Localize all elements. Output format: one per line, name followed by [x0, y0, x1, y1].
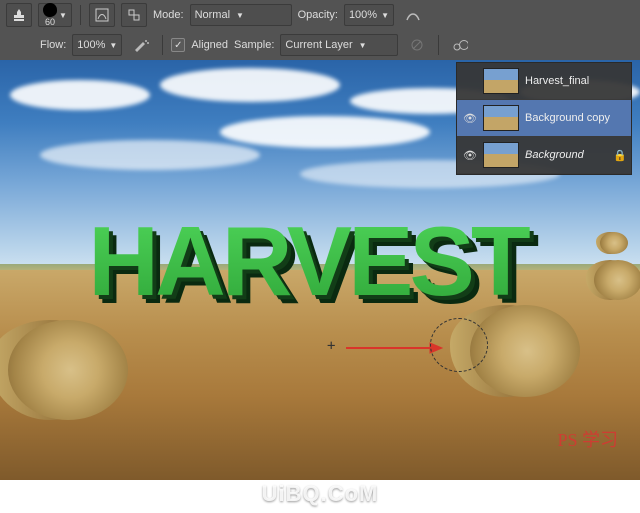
brush-cursor-ring — [430, 318, 488, 372]
blend-mode-select[interactable]: Normal ▼ — [190, 4, 292, 26]
chevron-down-icon: ▼ — [109, 41, 117, 50]
layer-thumbnail[interactable] — [483, 142, 519, 168]
stamp-watermark: PS 学习 — [557, 426, 618, 452]
mode-label: Mode: — [153, 9, 184, 21]
pressure-for-size-icon[interactable] — [447, 33, 473, 57]
ignore-adjustment-icon[interactable] — [404, 33, 430, 57]
chevron-down-icon: ▼ — [359, 41, 367, 50]
layer-row-background-copy[interactable]: 👁 Background copy — [457, 100, 631, 137]
brush-size-value: 60 — [45, 17, 55, 27]
layer-thumbnail[interactable] — [483, 68, 519, 94]
layer-name[interactable]: Background — [525, 149, 607, 161]
flow-value: 100% — [77, 39, 105, 51]
layer-name[interactable]: Harvest_final — [525, 75, 625, 87]
brush-preset-picker[interactable]: 60 ▼ — [38, 3, 72, 27]
opacity-label: Opacity: — [298, 9, 338, 21]
visibility-eye-icon[interactable]: 👁 — [463, 148, 477, 162]
lock-icon: 🔒 — [613, 149, 625, 162]
layers-panel: 👁 Harvest_final 👁 Background copy 👁 Back… — [456, 62, 632, 175]
chevron-down-icon: ▼ — [381, 11, 389, 20]
sample-label: Sample: — [234, 39, 274, 51]
chevron-down-icon: ▼ — [236, 11, 244, 20]
page-watermark: UiBQ.CoM — [262, 481, 379, 507]
flow-label: Flow: — [40, 39, 66, 51]
opacity-value: 100% — [349, 9, 377, 21]
annotation-arrow — [344, 340, 444, 356]
options-bar-row2: Flow: 100% ▼ ✓ Aligned Sample: Current La… — [0, 30, 640, 60]
sample-select[interactable]: Current Layer ▼ — [280, 34, 398, 56]
layer-row-background[interactable]: 👁 Background 🔒 — [457, 137, 631, 174]
layer-name[interactable]: Background copy — [525, 112, 625, 124]
harvest-text-face: HARVEST — [10, 205, 605, 318]
clone-source-crosshair: + — [327, 338, 335, 354]
toggle-brush-panel-icon[interactable] — [89, 3, 115, 27]
flow-input[interactable]: 100% ▼ — [72, 34, 122, 56]
toggle-clone-source-icon[interactable] — [121, 3, 147, 27]
layer-row-harvest-final[interactable]: 👁 Harvest_final — [457, 63, 631, 100]
aligned-label: Aligned — [191, 39, 228, 51]
chevron-down-icon: ▼ — [59, 11, 67, 20]
airbrush-icon[interactable] — [128, 33, 154, 57]
aligned-checkbox[interactable]: ✓ — [171, 38, 185, 52]
visibility-eye-icon[interactable]: 👁 — [463, 111, 477, 125]
sample-value: Current Layer — [285, 39, 352, 51]
opacity-input[interactable]: 100% ▼ — [344, 4, 394, 26]
pressure-for-opacity-icon[interactable] — [400, 3, 426, 27]
blend-mode-value: Normal — [195, 9, 230, 21]
options-bar-row1: 60 ▼ Mode: Normal ▼ Opacity: 100% ▼ — [0, 0, 640, 30]
layer-thumbnail[interactable] — [483, 105, 519, 131]
stamp-tool-icon[interactable] — [6, 3, 32, 27]
